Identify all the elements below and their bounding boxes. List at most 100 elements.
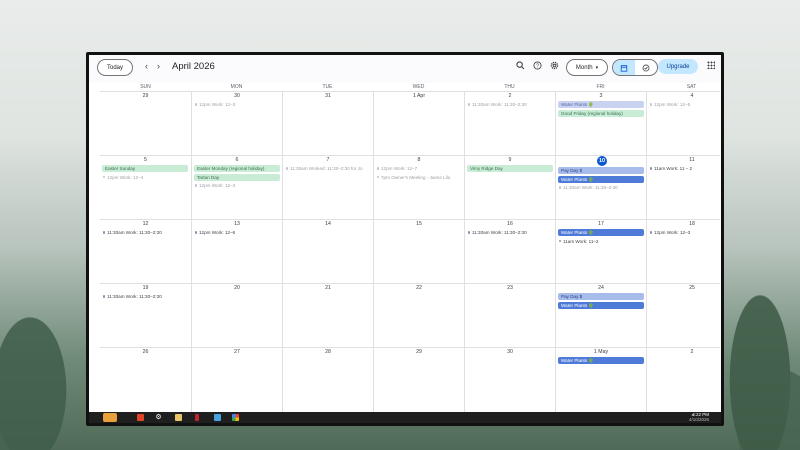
day-cell[interactable]: 30 bbox=[464, 348, 555, 412]
date-number[interactable]: 21 bbox=[283, 285, 373, 291]
app-blue-icon[interactable] bbox=[214, 414, 221, 421]
date-number[interactable]: 30 bbox=[465, 349, 555, 355]
date-number[interactable]: 3 bbox=[556, 93, 646, 99]
today-button[interactable]: Today bbox=[97, 59, 133, 76]
day-cell[interactable]: 31 bbox=[282, 92, 373, 156]
file-explorer-icon[interactable] bbox=[175, 414, 182, 421]
next-month-icon[interactable]: › bbox=[157, 61, 160, 71]
day-cell[interactable]: 6 Easter Monday (regional holiday) Tartan … bbox=[191, 156, 282, 220]
timed-event[interactable]: 11am Work: 11 – 2 bbox=[649, 165, 721, 172]
day-cell[interactable]: 14 bbox=[282, 220, 373, 284]
date-number[interactable]: 18 bbox=[647, 221, 721, 227]
all-day-event-chip[interactable]: Water Plants 🌵 bbox=[558, 175, 644, 183]
app-red-icon[interactable] bbox=[195, 414, 199, 421]
search-icon[interactable] bbox=[515, 61, 525, 71]
date-number[interactable]: 16 bbox=[465, 221, 555, 227]
taskbar-widget-icon[interactable] bbox=[103, 413, 117, 422]
date-number[interactable]: 2 bbox=[465, 93, 555, 99]
date-number[interactable]: 30 bbox=[192, 93, 282, 99]
day-cell[interactable]: 20 bbox=[191, 284, 282, 348]
date-number[interactable]: 29 bbox=[100, 93, 191, 99]
previous-month-icon[interactable]: ‹ bbox=[145, 61, 148, 71]
date-number[interactable]: 25 bbox=[647, 285, 721, 291]
day-cell[interactable]: 17 Water Plants 🌵 11am Work: 11–2 bbox=[555, 220, 646, 284]
timed-event[interactable]: 11:30am Work: 11:30–2:30 bbox=[467, 101, 553, 108]
all-day-event-chip[interactable]: Pay Day $ bbox=[558, 167, 644, 174]
upgrade-button[interactable]: Upgrade bbox=[658, 59, 698, 74]
day-cell[interactable]: 16 11:30am Work: 11:30–2:30 bbox=[464, 220, 555, 284]
day-cell[interactable]: 19 11:30am Work: 11:30–2:30 bbox=[100, 284, 191, 348]
date-number[interactable]: 9 bbox=[465, 157, 555, 163]
date-number[interactable]: 20 bbox=[192, 285, 282, 291]
brave-browser-icon[interactable] bbox=[137, 414, 144, 421]
day-cell[interactable]: 18 12pm Work: 12–3 bbox=[646, 220, 721, 284]
day-cell[interactable]: 4 12pm Work: 12–5 bbox=[646, 92, 721, 156]
date-number[interactable]: 17 bbox=[556, 221, 646, 227]
date-number[interactable]: 31 bbox=[283, 93, 373, 99]
date-number[interactable]: 15 bbox=[374, 221, 464, 227]
all-day-event-chip[interactable]: Water Plants 🌵 bbox=[558, 357, 644, 364]
day-cell[interactable]: 8 12pm Work: 12–7 7pm Owner's Meeting - Ja… bbox=[373, 156, 464, 220]
timed-event[interactable]: 11am Work: 11–2 bbox=[558, 238, 644, 245]
all-day-event-chip[interactable]: Water Plants 🌵 bbox=[558, 101, 644, 108]
day-cell[interactable]: 7 11:30am Worked: 11:30–2:30 for Jo bbox=[282, 156, 373, 220]
day-cell[interactable]: 22 bbox=[373, 284, 464, 348]
day-cell[interactable]: 3 Water Plants 🌵 Good Friday (regional hol… bbox=[555, 92, 646, 156]
calendar-view-icon[interactable] bbox=[613, 60, 635, 75]
timed-event[interactable]: 11:30am Work: 11:30–2:30 bbox=[467, 229, 553, 236]
date-number[interactable]: 4 bbox=[647, 93, 721, 99]
timed-event[interactable]: 12pm Work: 12–5 bbox=[649, 101, 721, 108]
day-cell[interactable]: 27 bbox=[191, 348, 282, 412]
date-number[interactable]: 1 Apr bbox=[374, 93, 464, 99]
date-number[interactable]: 23 bbox=[465, 285, 555, 291]
day-cell[interactable]: 1 May Water Plants 🌵 bbox=[555, 348, 646, 412]
day-cell[interactable]: 24 Pay Day $ Water Plants 🌵 bbox=[555, 284, 646, 348]
date-number[interactable]: 22 bbox=[374, 285, 464, 291]
day-cell[interactable]: 12 11:30am Work: 11:30–2:30 bbox=[100, 220, 191, 284]
date-number[interactable]: 26 bbox=[100, 349, 191, 355]
day-cell[interactable]: 2 bbox=[646, 348, 721, 412]
all-day-event-chip[interactable]: Easter Monday (regional holiday) bbox=[194, 165, 280, 172]
day-cell[interactable]: 26 bbox=[100, 348, 191, 412]
date-number[interactable]: 13 bbox=[192, 221, 282, 227]
timed-event[interactable]: 12pm Work: 12–4 bbox=[102, 174, 188, 181]
day-cell[interactable]: 1 Apr bbox=[373, 92, 464, 156]
date-number[interactable]: 12 bbox=[100, 221, 191, 227]
all-day-event-chip[interactable]: Water Plants 🌵 bbox=[558, 229, 644, 236]
tasks-view-icon[interactable] bbox=[635, 60, 657, 75]
settings-icon[interactable] bbox=[549, 61, 559, 71]
timed-event[interactable]: 11:30am Work: 11:30–2:30 bbox=[102, 293, 188, 300]
timed-event[interactable]: 12pm Work: 12–3 bbox=[649, 229, 721, 236]
day-cell[interactable]: 11 11am Work: 11 – 2 bbox=[646, 156, 721, 220]
day-cell[interactable]: 13 12pm Work: 12–6 bbox=[191, 220, 282, 284]
timed-event[interactable]: 11:30am Work: 11:30–2:30 bbox=[102, 229, 188, 236]
all-day-event-chip[interactable]: Vimy Ridge Day bbox=[467, 165, 553, 172]
date-number[interactable]: 29 bbox=[374, 349, 464, 355]
timed-event[interactable]: 12pm Work: 12–7 bbox=[376, 165, 462, 172]
day-cell[interactable]: 15 bbox=[373, 220, 464, 284]
day-cell[interactable]: 29 bbox=[100, 92, 191, 156]
day-cell[interactable]: 10 Pay Day $ Water Plants 🌵 11:30am Work: 1… bbox=[555, 156, 646, 220]
today-date-badge[interactable]: 10 bbox=[597, 156, 607, 166]
day-cell[interactable]: 5 Easter Sunday 12pm Work: 12–4 bbox=[100, 156, 191, 220]
date-number[interactable]: 6 bbox=[192, 157, 282, 163]
all-day-event-chip[interactable]: Tartan Day bbox=[194, 173, 280, 181]
day-cell[interactable]: 29 bbox=[373, 348, 464, 412]
date-number[interactable]: 1 May bbox=[556, 349, 646, 355]
day-cell[interactable]: 21 bbox=[282, 284, 373, 348]
google-apps-icon[interactable] bbox=[707, 61, 715, 69]
all-day-event-chip[interactable]: Easter Sunday bbox=[102, 165, 188, 172]
all-day-event-chip[interactable]: Water Plants 🌵 bbox=[558, 301, 644, 309]
timed-event[interactable]: 11:30am Worked: 11:30–2:30 for Jo bbox=[285, 165, 371, 172]
timed-event[interactable]: 12pm Work: 12–3 bbox=[194, 182, 280, 189]
day-cell[interactable]: 30 12pm Work: 12–3 bbox=[191, 92, 282, 156]
help-icon[interactable]: ? bbox=[532, 61, 542, 71]
taskbar-clock[interactable]: 4:22 PM 4/10/2026 bbox=[689, 412, 709, 422]
date-number[interactable]: 7 bbox=[283, 157, 373, 163]
date-number[interactable]: 19 bbox=[100, 285, 191, 291]
timed-event[interactable]: 12pm Work: 12–3 bbox=[194, 101, 280, 108]
date-number[interactable]: 2 bbox=[647, 349, 721, 355]
date-number[interactable]: 27 bbox=[192, 349, 282, 355]
date-number[interactable]: 11 bbox=[647, 157, 721, 163]
date-number[interactable]: 28 bbox=[283, 349, 373, 355]
